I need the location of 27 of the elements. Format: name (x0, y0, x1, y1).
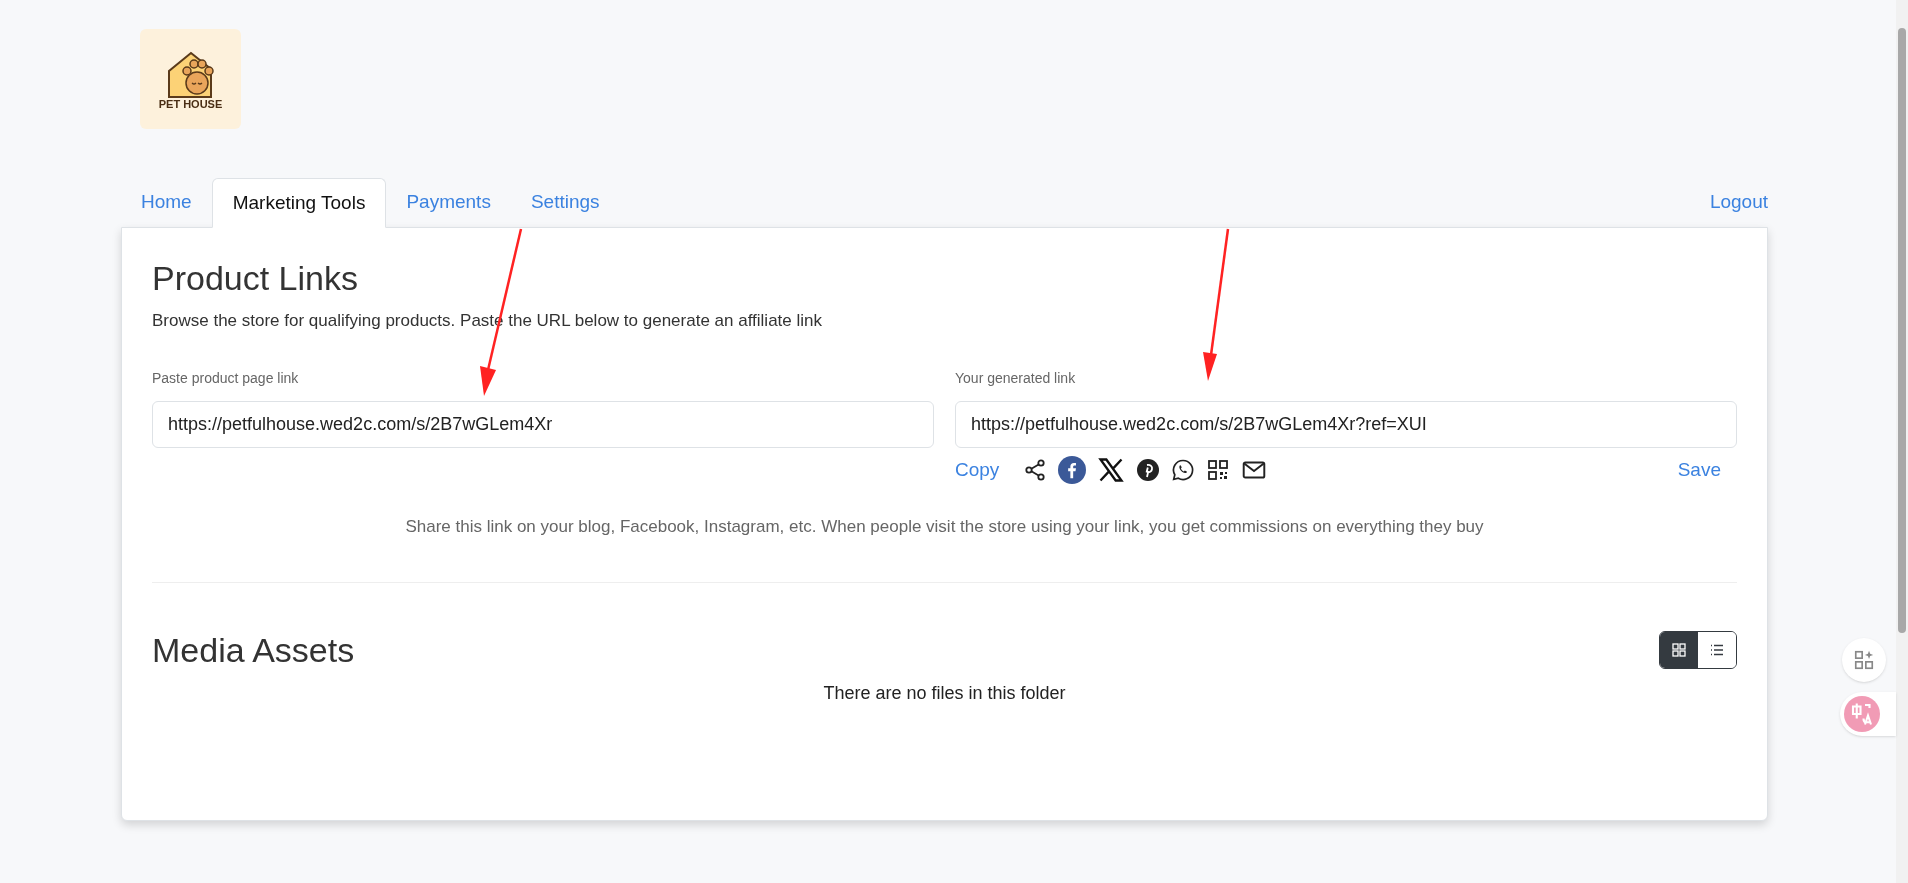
share-icon[interactable] (1023, 457, 1048, 482)
facebook-icon[interactable] (1058, 455, 1087, 484)
field-label: Your generated link (955, 368, 1077, 388)
logout-link[interactable]: Logout (1709, 177, 1768, 227)
tab[interactable]: Payments (386, 177, 511, 227)
pinterest-icon[interactable] (1136, 457, 1161, 482)
grid-view-button[interactable] (1660, 631, 1698, 668)
floating-tools-button[interactable] (1842, 638, 1886, 682)
grid-view-icon (1671, 641, 1687, 658)
empty-message: There are no files in this folder (822, 681, 1067, 705)
save-button[interactable]: Save (1677, 455, 1721, 484)
tab[interactable]: Marketing Tools (211, 178, 387, 228)
whatsapp-icon[interactable] (1171, 457, 1196, 482)
qr-code-icon[interactable] (1206, 457, 1231, 482)
tab[interactable]: Home (121, 177, 212, 227)
x-logo-icon[interactable] (1097, 455, 1126, 484)
section-title: Media Assets (152, 629, 355, 671)
copy-button[interactable]: Copy (955, 455, 1000, 484)
link-field[interactable]: https://petfulhouse.wed2c.com/s/2B7wGLem4Xr?ref=XUI (955, 400, 1737, 448)
tab[interactable]: Settings (510, 177, 620, 227)
logo-text: PET HOUSE (158, 98, 223, 110)
apps-sparkle-icon (1853, 649, 1875, 671)
link-field[interactable]: https://petfulhouse.wed2c.com/s/2B7wGLem4Xr (152, 400, 934, 448)
share-note: Share this link on your blog, Facebook, Instagram, etc. When people visit the store using your link, you get commissions on everything they buy (404, 516, 1485, 538)
field-label: Paste product page link (152, 368, 300, 388)
section-title: Product Links (152, 258, 359, 299)
translate-icon (1844, 696, 1880, 732)
